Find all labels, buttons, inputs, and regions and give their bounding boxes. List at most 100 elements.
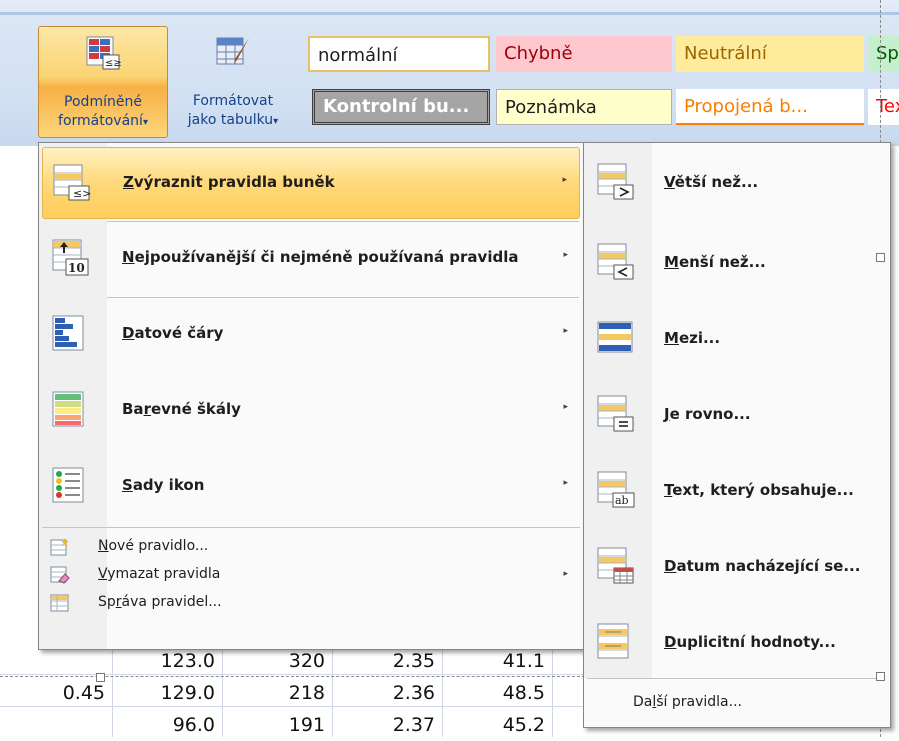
menu-item-label: Vymazat pravidla — [98, 566, 221, 582]
menu-item-label: Nejpoužívanější či nejméně používaná pra… — [122, 248, 519, 266]
menu-item-color-scales[interactable]: Barevné škály ▸ — [42, 375, 580, 447]
conditional-formatting-icon: ≤≥ — [86, 36, 121, 70]
submenu-item-between[interactable]: Mezi... — [587, 303, 885, 375]
table-row: 0.45 129.0 218 2.36 48.5 — [0, 677, 585, 709]
cell[interactable]: 45.2 — [503, 714, 545, 736]
equal-to-icon — [597, 395, 634, 432]
submenu-arrow-icon: ▸ — [563, 478, 568, 488]
menu-item-label: Barevné škály — [122, 400, 241, 418]
dropdown-arrow-icon: ▾ — [273, 116, 279, 127]
menu-item-new-rule[interactable]: Nové pravidlo... — [42, 533, 580, 561]
submenu-arrow-icon: ▸ — [562, 175, 567, 185]
menu-item-manage-rules[interactable]: Správa pravidel... — [42, 589, 580, 617]
style-check-cell[interactable]: Kontrolní bu... — [312, 89, 490, 125]
submenu-item-label: Větší než... — [664, 173, 759, 191]
submenu-arrow-icon: ▸ — [563, 326, 568, 336]
data-bars-icon — [52, 315, 84, 351]
highlight-cell-rules-icon: ≤> — [53, 164, 91, 201]
menu-item-label: Zvýraznit pravidla buněk — [123, 173, 335, 191]
less-than-icon — [597, 243, 634, 280]
style-good[interactable]: Spr — [868, 36, 899, 72]
submenu-arrow-icon: ▸ — [563, 402, 568, 412]
cell[interactable]: 123.0 — [161, 650, 215, 672]
selection-handle[interactable] — [876, 672, 885, 681]
menu-item-clear-rules[interactable]: Vymazat pravidla ▸ — [42, 561, 580, 589]
menu-item-label: Nové pravidlo... — [98, 538, 209, 554]
menu-separator — [42, 527, 580, 528]
conditional-formatting-label-1: Podmíněné — [64, 94, 142, 110]
menu-item-highlight-cell-rules[interactable]: ≤> Zvýraznit pravidla buněk ▸ — [42, 147, 580, 219]
style-warning-text[interactable]: Tex — [868, 89, 899, 125]
svg-text:≤≥: ≤≥ — [105, 58, 121, 69]
cell[interactable]: 2.37 — [393, 714, 435, 736]
color-scales-icon — [52, 391, 84, 427]
cell[interactable]: 191 — [289, 714, 325, 736]
style-neutral[interactable]: Neutrální — [676, 36, 864, 72]
manage-rules-icon — [50, 594, 69, 612]
menu-item-label: Datové čáry — [122, 324, 224, 342]
cell[interactable]: 2.35 — [393, 650, 435, 672]
menu-item-icon-sets[interactable]: Sady ikon ▸ — [42, 451, 580, 523]
submenu-item-duplicate-values[interactable]: Duplicitní hodnoty... — [587, 607, 885, 679]
cell[interactable]: 0.45 — [63, 682, 105, 704]
menu-separator — [587, 678, 885, 679]
submenu-item-label: Text, který obsahuje... — [664, 481, 854, 499]
top-bottom-rules-icon: 10 — [52, 239, 89, 276]
conditional-formatting-menu: ≤> Zvýraznit pravidla buněk ▸ 10 Nejpouž… — [38, 142, 586, 650]
submenu-item-less-than[interactable]: Menší než... — [587, 227, 885, 299]
conditional-formatting-button[interactable]: ≤≥ Podmíněné formátování▾ — [38, 26, 168, 138]
menu-item-label: Sady ikon — [122, 476, 205, 494]
submenu-item-more-rules[interactable]: Další pravidla... — [587, 683, 885, 723]
submenu-item-text-contains[interactable]: ab Text, který obsahuje... — [587, 455, 885, 527]
submenu-item-greater-than[interactable]: Větší než... — [587, 147, 885, 219]
icon-sets-icon — [52, 467, 84, 503]
svg-text:10: 10 — [68, 261, 85, 275]
between-icon — [597, 321, 633, 353]
selection-handle[interactable] — [96, 673, 105, 682]
selection-handle[interactable] — [876, 253, 885, 262]
clear-rules-icon — [50, 566, 70, 584]
cell[interactable]: 96.0 — [173, 714, 215, 736]
format-as-table-icon — [216, 37, 249, 65]
menu-item-label: Správa pravidel... — [98, 594, 222, 610]
table-row: 96.0 191 2.37 45.2 — [0, 709, 585, 741]
date-occurring-icon — [597, 547, 634, 584]
cell[interactable]: 2.36 — [393, 682, 435, 704]
ribbon-top-border — [0, 12, 899, 15]
conditional-formatting-label-2: formátování — [58, 113, 143, 129]
format-as-table-label-1: Formátovat — [192, 93, 274, 109]
menu-separator — [107, 297, 579, 298]
greater-than-icon — [597, 163, 634, 200]
cell[interactable]: 218 — [289, 682, 325, 704]
format-as-table-label-2: jako tabulku — [187, 112, 274, 128]
style-bad[interactable]: Chybně — [496, 36, 672, 72]
submenu-arrow-icon: ▸ — [563, 569, 568, 579]
submenu-item-label: Další pravidla... — [633, 694, 742, 710]
style-note[interactable]: Poznámka — [496, 89, 672, 125]
cell[interactable]: 129.0 — [161, 682, 215, 704]
submenu-item-date-occurring[interactable]: Datum nacházející se... — [587, 531, 885, 603]
style-linked-cell[interactable]: Propojená b... — [676, 89, 864, 125]
cell[interactable]: 41.1 — [503, 650, 545, 672]
submenu-arrow-icon: ▸ — [563, 250, 568, 260]
dropdown-arrow-icon: ▾ — [142, 117, 148, 128]
submenu-item-label: Mezi... — [664, 329, 721, 347]
menu-item-data-bars[interactable]: Datové čáry ▸ — [42, 299, 580, 371]
submenu-item-equal-to[interactable]: Je rovno... — [587, 379, 885, 451]
menu-item-top-bottom-rules[interactable]: 10 Nejpoužívanější či nejméně používaná … — [42, 223, 580, 295]
submenu-item-label: Duplicitní hodnoty... — [664, 633, 836, 651]
cell[interactable]: 320 — [289, 650, 325, 672]
menu-separator — [107, 221, 579, 222]
text-contains-icon: ab — [597, 471, 635, 508]
duplicate-values-icon — [597, 623, 629, 659]
format-as-table-button[interactable]: Formátovat jako tabulku▾ — [168, 26, 298, 136]
svg-text:≤>: ≤> — [73, 187, 91, 200]
new-rule-icon — [50, 538, 69, 556]
style-normal[interactable]: normální — [308, 36, 490, 72]
submenu-item-label: Menší než... — [664, 253, 766, 271]
highlight-cell-rules-submenu: Větší než... Menší než... Mezi... Je rov… — [583, 142, 891, 728]
submenu-item-label: Datum nacházející se... — [664, 557, 861, 575]
submenu-item-label: Je rovno... — [664, 405, 751, 423]
svg-text:ab: ab — [615, 494, 629, 507]
cell[interactable]: 48.5 — [503, 682, 545, 704]
